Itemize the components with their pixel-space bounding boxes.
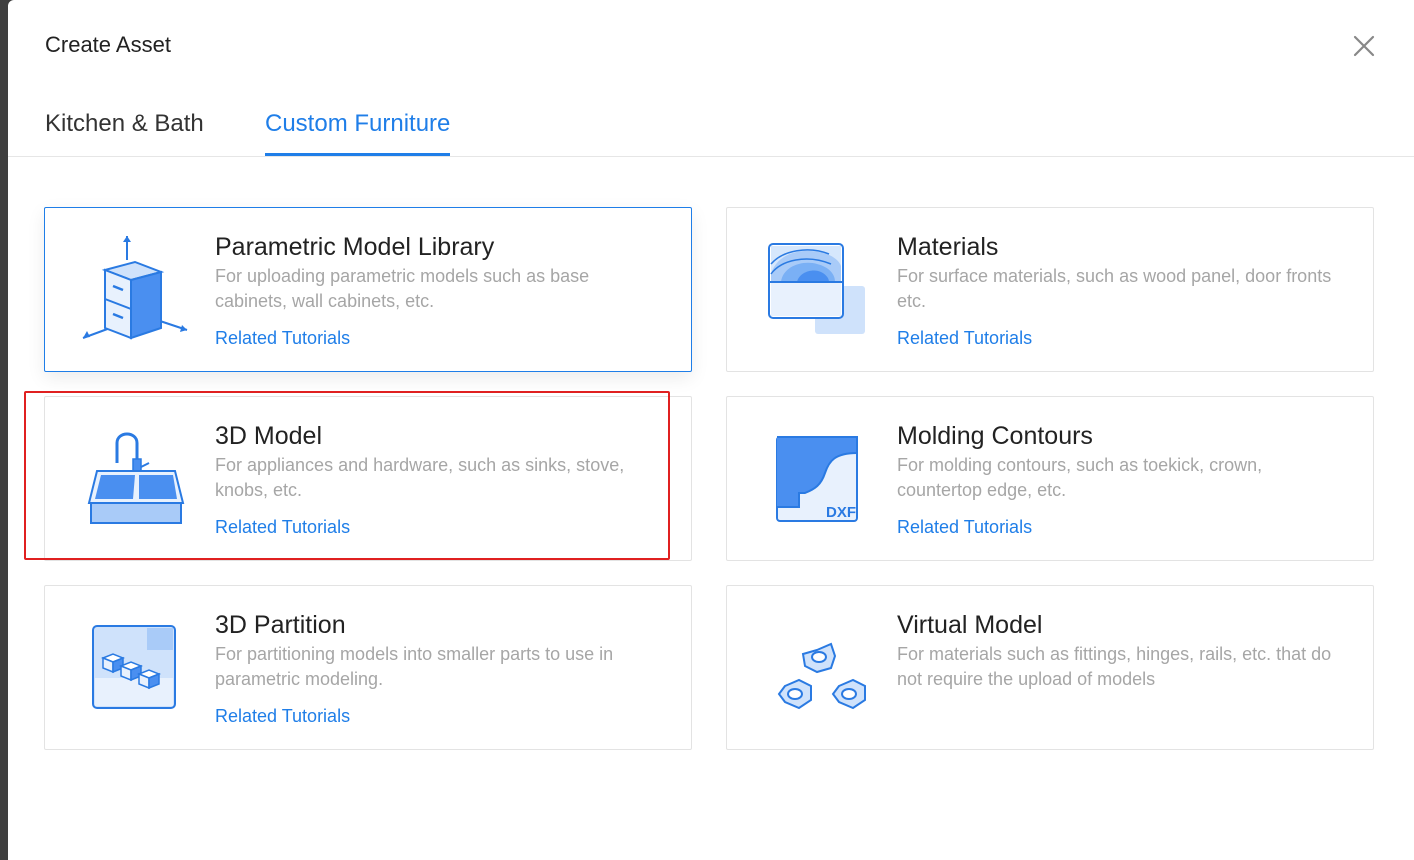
card-description: For molding contours, such as toekick, c… — [897, 455, 1263, 500]
related-tutorials-link[interactable]: Related Tutorials — [897, 326, 1032, 350]
hex-nuts-icon — [759, 612, 871, 724]
card-title: 3D Model — [215, 422, 322, 450]
card-molding-contours[interactable]: DXF Molding Contours For molding contour… — [726, 396, 1374, 561]
sink-icon — [77, 423, 189, 535]
tab-bar: Kitchen & Bath Custom Furniture — [8, 100, 1414, 157]
wood-grain-material-icon — [759, 234, 871, 346]
card-parametric-model-library[interactable]: Parametric Model Library For uploading p… — [44, 207, 692, 372]
card-title: Virtual Model — [897, 611, 1043, 639]
tab-custom-furniture[interactable]: Custom Furniture — [265, 110, 451, 156]
card-3d-partition[interactable]: 3D Partition For partitioning models int… — [44, 585, 692, 750]
card-virtual-model[interactable]: Virtual Model For materials such as fitt… — [726, 585, 1374, 750]
card-description: For materials such as fittings, hinges, … — [897, 644, 1332, 689]
tab-kitchen-bath[interactable]: Kitchen & Bath — [45, 110, 204, 154]
card-description: For partitioning models into smaller par… — [215, 644, 614, 689]
backdrop — [0, 0, 8, 860]
dxf-molding-icon: DXF — [759, 423, 871, 535]
card-title: Parametric Model Library — [215, 233, 495, 261]
dxf-label: DXF — [826, 504, 856, 521]
related-tutorials-link[interactable]: Related Tutorials — [215, 326, 350, 350]
card-title: Molding Contours — [897, 422, 1093, 450]
card-materials[interactable]: Materials For surface materials, such as… — [726, 207, 1374, 372]
create-asset-dialog: Create Asset Kitchen & Bath Custom Furni… — [8, 0, 1414, 860]
dialog-title: Create Asset — [45, 32, 171, 57]
card-description: For uploading parametric models such as … — [215, 266, 590, 311]
card-title: Materials — [897, 233, 999, 261]
related-tutorials-link[interactable]: Related Tutorials — [215, 704, 350, 728]
partition-cubes-icon — [77, 612, 189, 724]
card-description: For appliances and hardware, such as sin… — [215, 455, 625, 500]
card-description: For surface materials, such as wood pane… — [897, 266, 1332, 311]
card-3d-model[interactable]: 3D Model For appliances and hardware, su… — [44, 396, 692, 561]
related-tutorials-link[interactable]: Related Tutorials — [897, 515, 1032, 539]
cabinet-axes-icon — [77, 234, 189, 346]
related-tutorials-link[interactable]: Related Tutorials — [215, 515, 350, 539]
card-title: 3D Partition — [215, 611, 346, 639]
close-icon[interactable] — [1351, 33, 1377, 59]
